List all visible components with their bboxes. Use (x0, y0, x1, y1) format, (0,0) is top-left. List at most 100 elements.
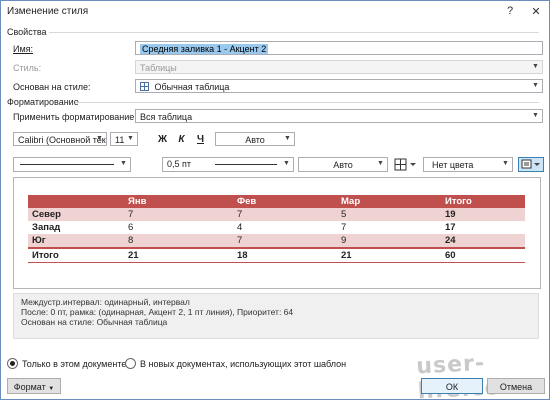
ok-button[interactable]: ОК (421, 378, 483, 394)
preview-table: Янв Фев Мар Итого Север 7 7 5 19 Запад 6 (28, 195, 525, 263)
chevron-down-icon: ▼ (532, 82, 539, 89)
style-type-label: Стиль: (13, 63, 42, 73)
table-row: Запад 6 4 7 17 (28, 221, 525, 234)
border-width-value: 0,5 пт (167, 159, 192, 169)
preview-header-cell: Янв (124, 195, 233, 208)
name-input[interactable]: Средняя заливка 1 - Акцент 2 (135, 41, 543, 55)
radio-empty-icon (125, 358, 136, 369)
total-cell: 19 (445, 209, 456, 220)
apply-to-select[interactable]: Вся таблица ▼ (135, 109, 543, 123)
table-cell: 8 (128, 235, 134, 246)
table-cell: 7 (237, 235, 243, 246)
format-button[interactable]: Формат ▼ (7, 378, 61, 394)
chevron-down-icon: ▼ (48, 386, 55, 392)
chevron-down-icon: ▼ (284, 135, 291, 142)
apply-to-value: Вся таблица (140, 112, 193, 122)
apply-to-label: Применить форматирование к: (13, 112, 144, 122)
this-document-radio[interactable]: Только в этом документе (7, 358, 126, 369)
table-cell: 18 (237, 250, 248, 261)
chevron-down-icon: ▼ (532, 112, 539, 119)
italic-button[interactable]: К (174, 132, 189, 146)
table-total-row: Итого 21 18 21 60 (28, 248, 525, 263)
total-cell: 60 (445, 250, 456, 261)
table-cell: 6 (128, 222, 134, 233)
row-label: Итого (32, 250, 59, 261)
table-cell: 7 (237, 209, 243, 220)
preview-header-cell: Мар (337, 195, 441, 208)
shading-value: Нет цвета (432, 160, 474, 170)
table-cell: 7 (341, 222, 347, 233)
based-on-value: Обычная таблица (154, 82, 230, 92)
formatting-divider (75, 102, 539, 103)
table-cell: 7 (128, 209, 134, 220)
chevron-down-icon: ▼ (532, 63, 539, 70)
row-label: Юг (32, 235, 46, 246)
style-type-select: Таблицы ▼ (135, 60, 543, 74)
table-cell: 5 (341, 209, 347, 220)
line-width-sample (215, 164, 277, 165)
help-button[interactable]: ? (497, 5, 523, 17)
name-label: Имя: (13, 44, 34, 54)
description-line: Междустр.интервал: одинарный, интервал (21, 297, 190, 307)
chevron-down-icon: ▼ (127, 135, 134, 142)
cell-align-icon (521, 159, 540, 169)
new-documents-radio[interactable]: В новых документах, использующих этот ша… (125, 358, 346, 369)
font-color-value: Авто (245, 135, 265, 145)
description-line: После: 0 пт, рамка: (одинарная, Акцент 2… (21, 307, 294, 317)
shading-select[interactable]: Нет цвета ▼ (423, 157, 513, 172)
table-cell: 21 (128, 250, 139, 261)
style-preview: Янв Фев Мар Итого Север 7 7 5 19 Запад 6 (13, 177, 541, 289)
table-cell: 4 (237, 222, 243, 233)
size-value: 11 (115, 135, 125, 145)
preview-header-row: Янв Фев Мар Итого (28, 195, 525, 208)
table-cell: 21 (341, 250, 352, 261)
table-row: Север 7 7 5 19 (28, 208, 525, 221)
radio-selected-icon (7, 358, 18, 369)
border-color-select[interactable]: Авто ▼ (298, 157, 388, 172)
modify-style-dialog: Изменение стиля ? ✕ Свойства Имя: Средня… (0, 0, 550, 404)
table-cell: 9 (341, 235, 347, 246)
border-style-select[interactable]: ▼ (13, 157, 131, 172)
align-button[interactable] (518, 157, 544, 172)
line-style-sample (20, 164, 114, 165)
new-documents-label: В новых документах, использующих этот ша… (140, 358, 347, 369)
based-on-select[interactable]: Обычная таблица ▼ (135, 79, 543, 93)
row-label: Север (32, 209, 61, 220)
total-cell: 17 (445, 222, 456, 233)
watermark-text: user-life.com (415, 350, 525, 404)
preview-header-cell: Итого (441, 195, 525, 208)
name-value: Средняя заливка 1 - Акцент 2 (140, 44, 269, 54)
border-color-value: Авто (333, 160, 353, 170)
font-color-select[interactable]: Авто ▼ (215, 132, 295, 146)
formatting-section-title: Форматирование (7, 97, 79, 107)
size-select[interactable]: 11 ▼ (110, 132, 138, 146)
chevron-down-icon: ▼ (96, 135, 103, 142)
borders-grid-icon (394, 158, 416, 171)
dialog-title: Изменение стиля (7, 5, 89, 17)
border-width-select[interactable]: 0,5 пт ▼ (162, 157, 294, 172)
properties-section-title: Свойства (7, 27, 47, 37)
total-cell: 24 (445, 235, 456, 246)
chevron-down-icon: ▼ (502, 160, 509, 167)
bold-button[interactable]: Ж (155, 132, 170, 146)
format-button-label: Формат (13, 382, 46, 392)
chevron-down-icon: ▼ (377, 160, 384, 167)
row-label: Запад (32, 222, 61, 233)
this-document-label: Только в этом документе (22, 358, 127, 369)
font-select[interactable]: Calibri (Основной тек ▼ (13, 132, 107, 146)
chevron-down-icon: ▼ (120, 160, 127, 167)
preview-header-cell: Фев (233, 195, 337, 208)
preview-header-cell (28, 195, 124, 208)
properties-divider (49, 32, 539, 33)
table-style-icon (140, 82, 149, 91)
style-description: Междустр.интервал: одинарный, интервал П… (13, 293, 539, 339)
description-line: Основан на стиле: Обычная таблица (21, 317, 168, 327)
cancel-button[interactable]: Отмена (487, 378, 545, 394)
based-on-label: Основан на стиле: (13, 82, 91, 92)
close-button[interactable]: ✕ (523, 5, 549, 18)
chevron-down-icon: ▼ (283, 160, 290, 167)
borders-button[interactable] (393, 158, 419, 172)
style-type-value: Таблицы (140, 63, 177, 73)
title-bar: Изменение стиля ? ✕ (1, 1, 549, 21)
underline-button[interactable]: Ч (193, 132, 208, 146)
